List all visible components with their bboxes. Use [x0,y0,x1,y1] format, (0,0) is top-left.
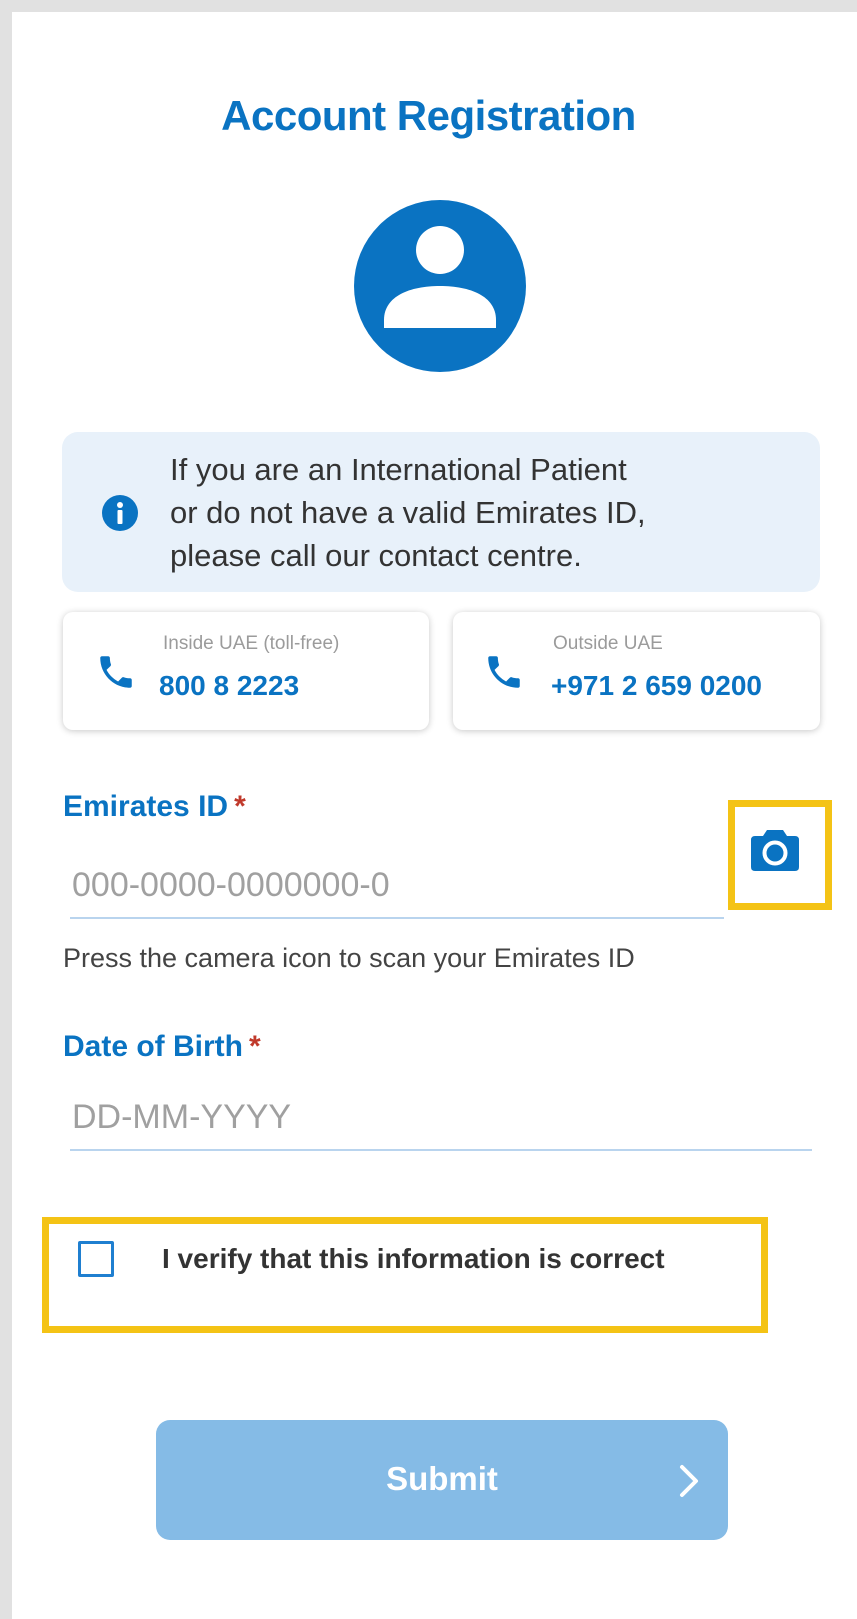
verify-checkbox[interactable] [78,1241,114,1277]
info-text-line: or do not have a valid Emirates ID, [170,495,646,530]
required-mark: * [249,1030,261,1063]
emirates-id-label: Emirates ID * [63,790,246,824]
contact-caption: Outside UAE [553,633,663,654]
phone-icon [483,651,525,698]
dob-label-text: Date of Birth [63,1030,243,1063]
emirates-id-input[interactable] [70,866,724,919]
contact-caption: Inside UAE (toll-free) [163,633,340,654]
dob-label: Date of Birth * [63,1030,261,1064]
info-banner: If you are an International Patient or d… [62,432,820,592]
page-title: Account Registration [221,92,636,139]
contact-card-outside-uae[interactable]: Outside UAE +971 2 659 0200 [453,612,820,730]
submit-button[interactable]: Submit [156,1420,728,1540]
verify-highlight-frame [42,1217,768,1333]
submit-label: Submit [386,1460,498,1497]
emirates-id-label-text: Emirates ID [63,790,229,823]
emirates-id-helper-text: Press the camera icon to scan your Emira… [63,943,635,973]
info-text: If you are an International Patient or d… [170,448,810,577]
info-text-line: please call our contact centre. [170,538,582,573]
chevron-right-icon [678,1463,700,1504]
info-icon [102,495,138,536]
contact-card-inside-uae[interactable]: Inside UAE (toll-free) 800 8 2223 [63,612,429,730]
contact-number[interactable]: +971 2 659 0200 [551,670,762,702]
dob-input[interactable] [70,1098,812,1151]
verify-label[interactable]: I verify that this information is correc… [162,1243,665,1275]
required-mark: * [234,790,246,823]
contact-number[interactable]: 800 8 2223 [159,670,299,702]
phone-icon [95,651,137,698]
camera-icon[interactable] [750,828,800,872]
user-avatar-icon [354,200,526,377]
info-text-line: If you are an International Patient [170,452,627,487]
